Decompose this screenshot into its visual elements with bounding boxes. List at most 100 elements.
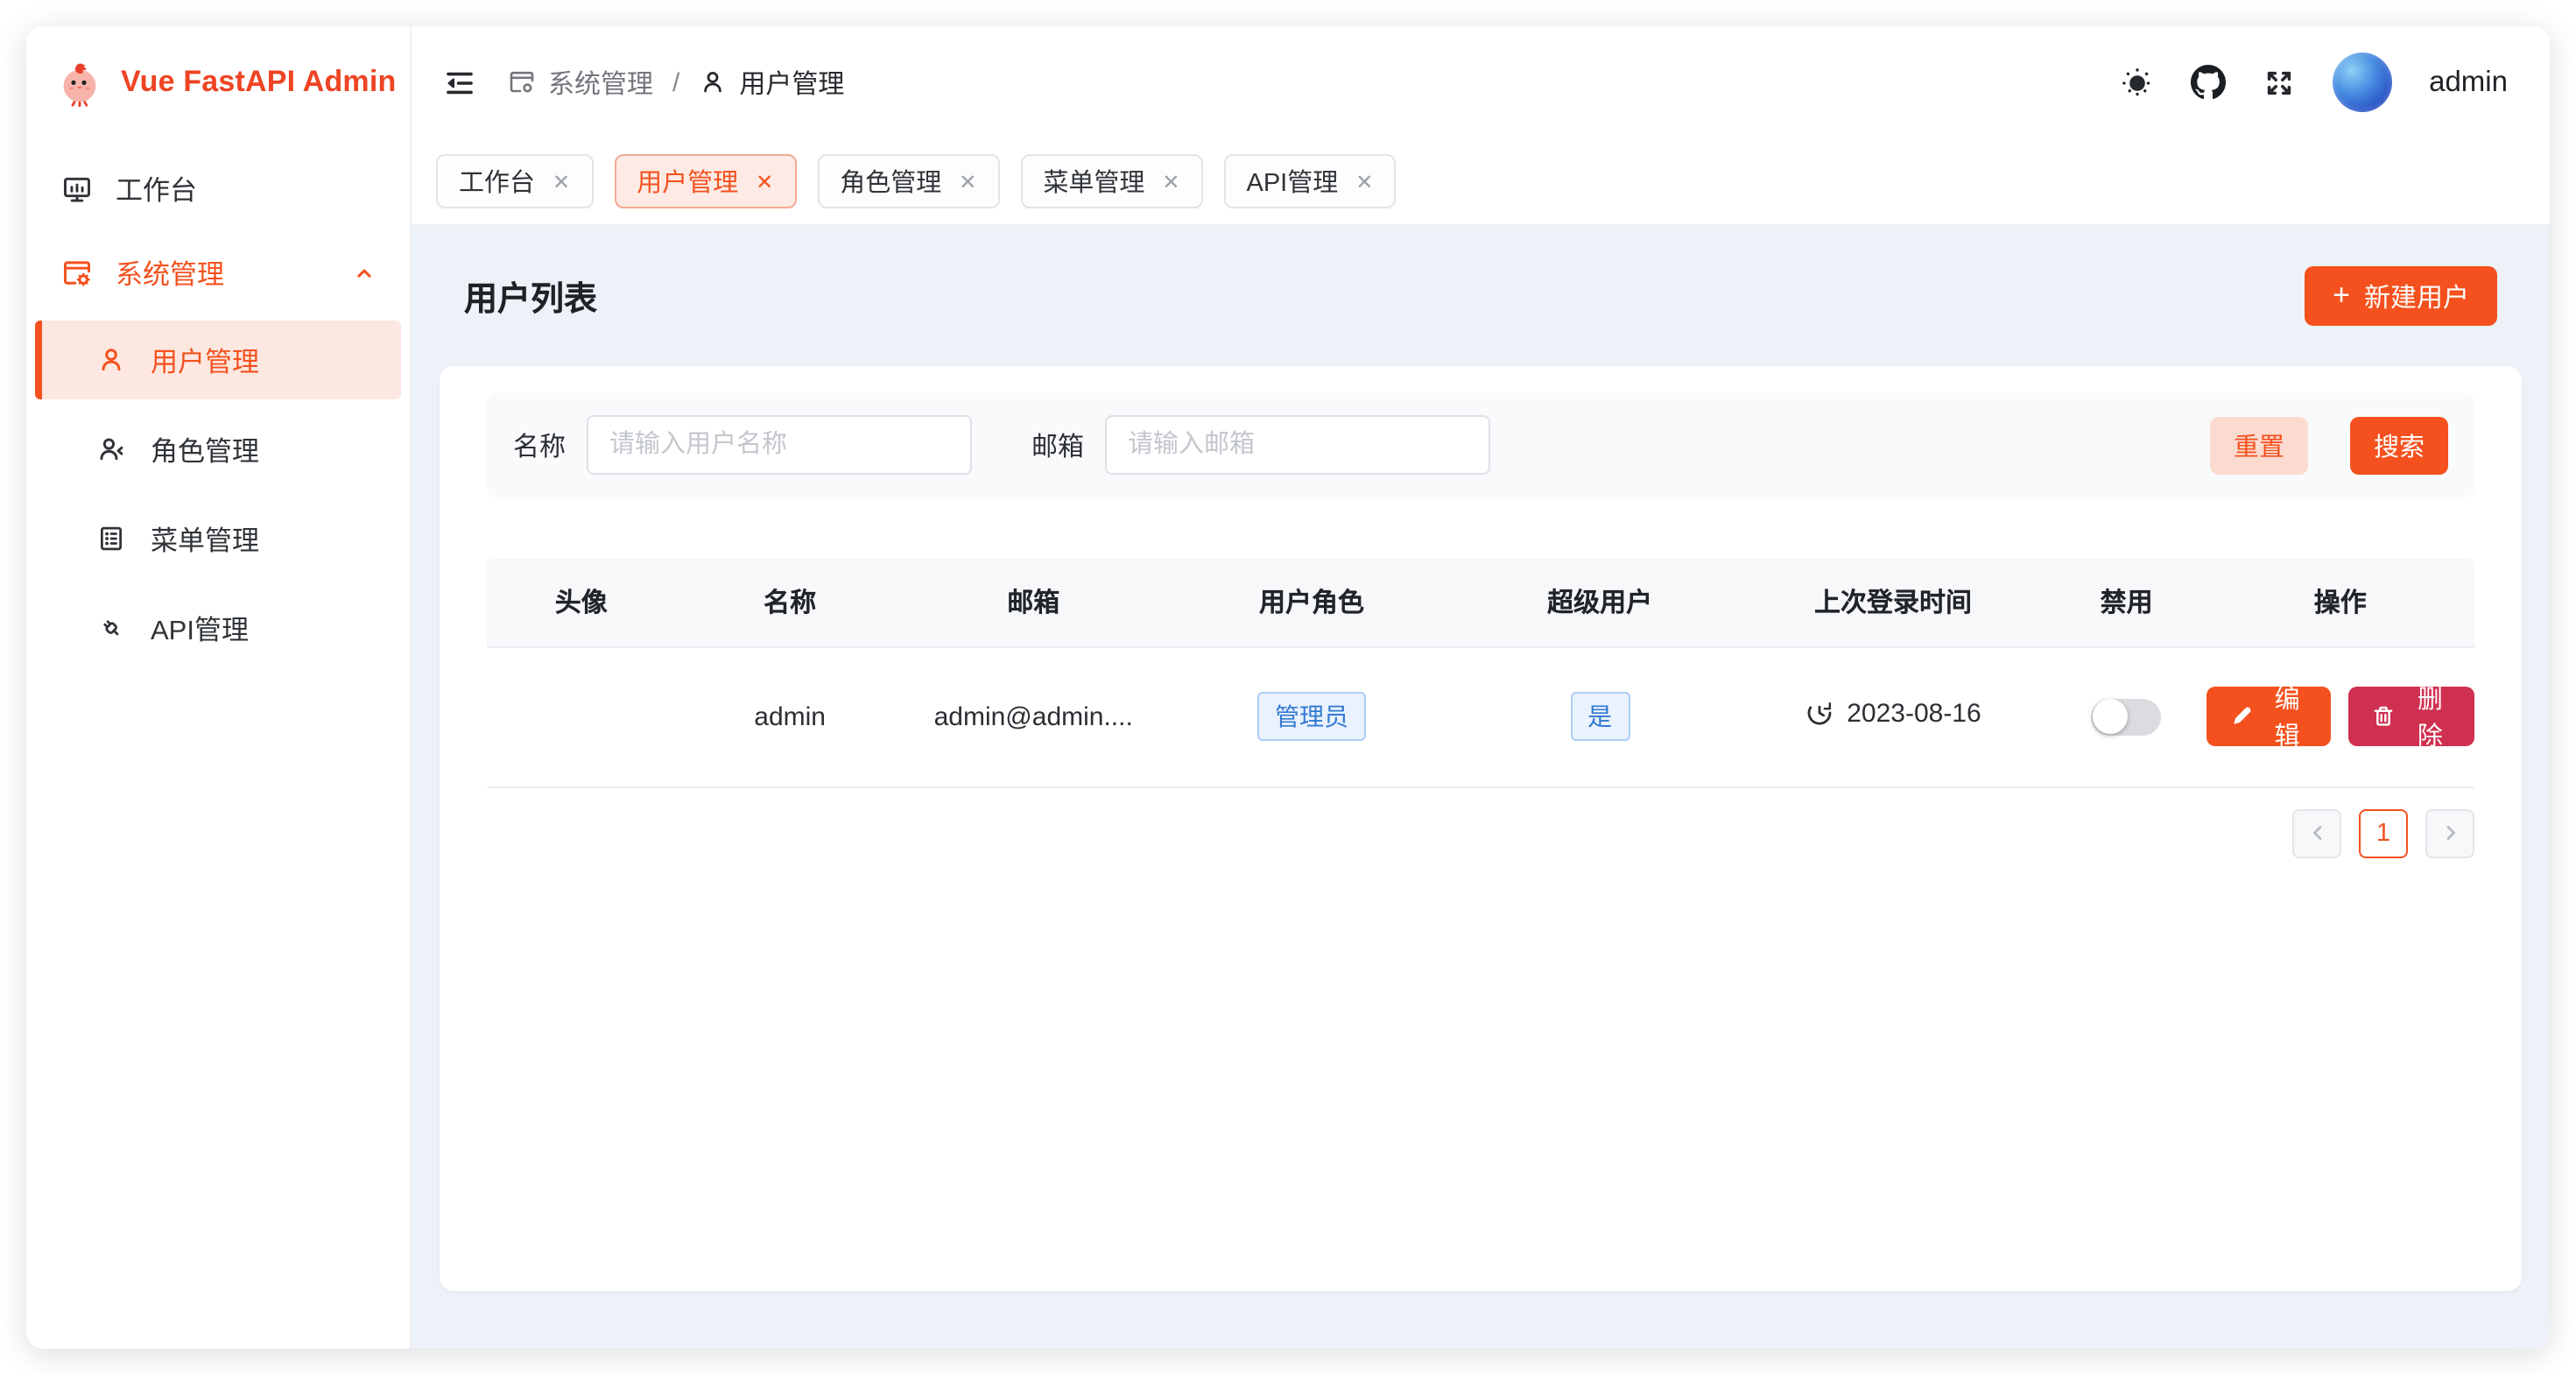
sidebar-item-label: 菜单管理 xyxy=(151,519,259,558)
role-tag: 管理员 xyxy=(1257,692,1366,742)
user-table: 头像 名称 邮箱 用户角色 超级用户 上次登录时间 禁用 操作 xyxy=(487,559,2474,787)
app-logo[interactable]: Vue FastAPI Admin xyxy=(26,26,410,138)
search-button[interactable]: 搜索 xyxy=(2350,416,2448,474)
sidebar-item-system[interactable]: 系统管理 xyxy=(35,236,401,310)
column-name: 名称 xyxy=(676,559,904,646)
tab-workbench[interactable]: 工作台 ✕ xyxy=(436,154,593,208)
sidebar-collapse-icon[interactable] xyxy=(443,66,476,99)
github-icon[interactable] xyxy=(2191,65,2226,100)
pagination-prev-button[interactable] xyxy=(2292,808,2341,857)
breadcrumb: 系统管理 / 用户管理 xyxy=(508,64,844,101)
tab-label: 用户管理 xyxy=(637,163,738,200)
sidebar-item-user-management[interactable]: 用户管理 xyxy=(35,321,401,399)
plus-icon: + xyxy=(2333,280,2350,310)
name-filter-input[interactable] xyxy=(587,415,972,475)
sidebar-item-label: 工作台 xyxy=(116,170,197,208)
cell-role: 管理员 xyxy=(1163,646,1461,786)
pagination-next-button[interactable] xyxy=(2425,808,2474,857)
fullscreen-icon[interactable] xyxy=(2263,66,2296,99)
create-user-button[interactable]: + 新建用户 xyxy=(2305,266,2497,326)
sidebar-item-label: 用户管理 xyxy=(151,341,259,379)
close-icon[interactable]: ✕ xyxy=(959,171,976,192)
sidebar-item-menu-management[interactable]: 菜单管理 xyxy=(35,499,401,578)
column-avatar: 头像 xyxy=(487,559,676,646)
top-header: 系统管理 / 用户管理 xyxy=(412,26,2550,138)
tab-label: 工作台 xyxy=(459,163,535,200)
chick-logo-icon xyxy=(56,59,103,106)
pagination: 1 xyxy=(487,808,2474,857)
cell-last-login: 2023-08-16 xyxy=(1739,646,2047,786)
app-title: Vue FastAPI Admin xyxy=(121,65,397,100)
cell-name: admin xyxy=(676,646,904,786)
breadcrumb-separator: / xyxy=(672,67,679,97)
user-icon xyxy=(96,345,126,375)
column-email: 邮箱 xyxy=(904,559,1163,646)
close-icon[interactable]: ✕ xyxy=(1355,171,1373,192)
email-filter-input[interactable] xyxy=(1105,415,1490,475)
cell-superuser: 是 xyxy=(1460,646,1739,786)
system-settings-icon xyxy=(508,68,536,96)
close-icon[interactable]: ✕ xyxy=(756,171,773,192)
sidebar-item-label: 角色管理 xyxy=(151,430,259,469)
trash-icon xyxy=(2372,704,2397,729)
system-settings-icon xyxy=(61,257,93,289)
cell-email: admin@admin.... xyxy=(904,646,1163,786)
api-plug-icon xyxy=(96,613,126,643)
tab-user-management[interactable]: 用户管理 ✕ xyxy=(614,154,796,208)
tab-label: 菜单管理 xyxy=(1043,163,1144,200)
cell-avatar xyxy=(487,646,676,786)
disable-toggle[interactable] xyxy=(2092,698,2162,735)
column-last-login: 上次登录时间 xyxy=(1739,559,2047,646)
sidebar-item-workbench[interactable]: 工作台 xyxy=(35,152,401,226)
column-actions: 操作 xyxy=(2206,559,2474,646)
user-avatar[interactable] xyxy=(2333,53,2392,112)
role-icon xyxy=(96,434,126,464)
close-icon[interactable]: ✕ xyxy=(1162,171,1179,192)
pencil-icon xyxy=(2228,704,2253,729)
reset-button[interactable]: 重置 xyxy=(2210,416,2308,474)
tab-menu-management[interactable]: 菜单管理 ✕ xyxy=(1020,154,1202,208)
theme-toggle-icon[interactable] xyxy=(2121,66,2154,99)
column-superuser: 超级用户 xyxy=(1460,559,1739,646)
pagination-page-1[interactable]: 1 xyxy=(2359,808,2408,857)
edit-button[interactable]: 编辑 xyxy=(2206,687,2331,746)
cell-actions: 编辑 xyxy=(2206,646,2474,786)
content-column: 系统管理 / 用户管理 xyxy=(412,26,2550,1349)
tab-api-management[interactable]: API管理 ✕ xyxy=(1224,154,1397,208)
history-clock-icon xyxy=(1805,700,1833,728)
breadcrumb-item-system[interactable]: 系统管理 xyxy=(508,64,653,101)
column-disabled: 禁用 xyxy=(2047,559,2206,646)
chevron-up-icon xyxy=(352,261,377,286)
close-icon[interactable]: ✕ xyxy=(553,171,570,192)
sidebar-item-label: API管理 xyxy=(151,609,249,647)
breadcrumb-label: 系统管理 xyxy=(548,64,653,101)
name-filter-label: 名称 xyxy=(513,427,566,463)
sidebar-item-role-management[interactable]: 角色管理 xyxy=(35,410,401,489)
tab-bar: 工作台 ✕ 用户管理 ✕ 角色管理 ✕ 菜单管理 ✕ API管理 ✕ xyxy=(412,138,2550,226)
filter-bar: 名称 邮箱 重置 搜索 xyxy=(487,392,2474,497)
cell-disabled xyxy=(2047,646,2206,786)
tab-label: API管理 xyxy=(1247,163,1339,200)
user-list-card: 名称 邮箱 重置 搜索 xyxy=(440,366,2522,1291)
user-name[interactable]: admin xyxy=(2429,66,2508,99)
page-title: 用户列表 xyxy=(464,272,597,320)
sidebar-menu: 工作台 系统管理 xyxy=(26,138,410,678)
menu-list-icon xyxy=(96,524,126,554)
tab-role-management[interactable]: 角色管理 ✕ xyxy=(817,154,999,208)
table-row: admin admin@admin.... 管理员 是 xyxy=(487,646,2474,786)
sidebar-item-api-management[interactable]: API管理 xyxy=(35,589,401,667)
breadcrumb-item-users[interactable]: 用户管理 xyxy=(699,64,844,101)
app-window: Vue FastAPI Admin 工作台 xyxy=(26,26,2550,1349)
delete-button[interactable]: 删除 xyxy=(2349,687,2474,746)
breadcrumb-label: 用户管理 xyxy=(739,64,844,101)
sidebar: Vue FastAPI Admin 工作台 xyxy=(26,26,412,1349)
main-content: 用户列表 + 新建用户 名称 邮箱 重置 搜索 xyxy=(412,226,2550,1349)
user-icon xyxy=(699,68,727,96)
email-filter-label: 邮箱 xyxy=(1031,427,1084,463)
table-header-row: 头像 名称 邮箱 用户角色 超级用户 上次登录时间 禁用 操作 xyxy=(487,559,2474,646)
column-role: 用户角色 xyxy=(1163,559,1461,646)
tab-label: 角色管理 xyxy=(840,163,941,200)
superuser-tag: 是 xyxy=(1570,692,1629,742)
monitor-icon xyxy=(61,173,93,205)
sidebar-item-label: 系统管理 xyxy=(116,254,224,293)
